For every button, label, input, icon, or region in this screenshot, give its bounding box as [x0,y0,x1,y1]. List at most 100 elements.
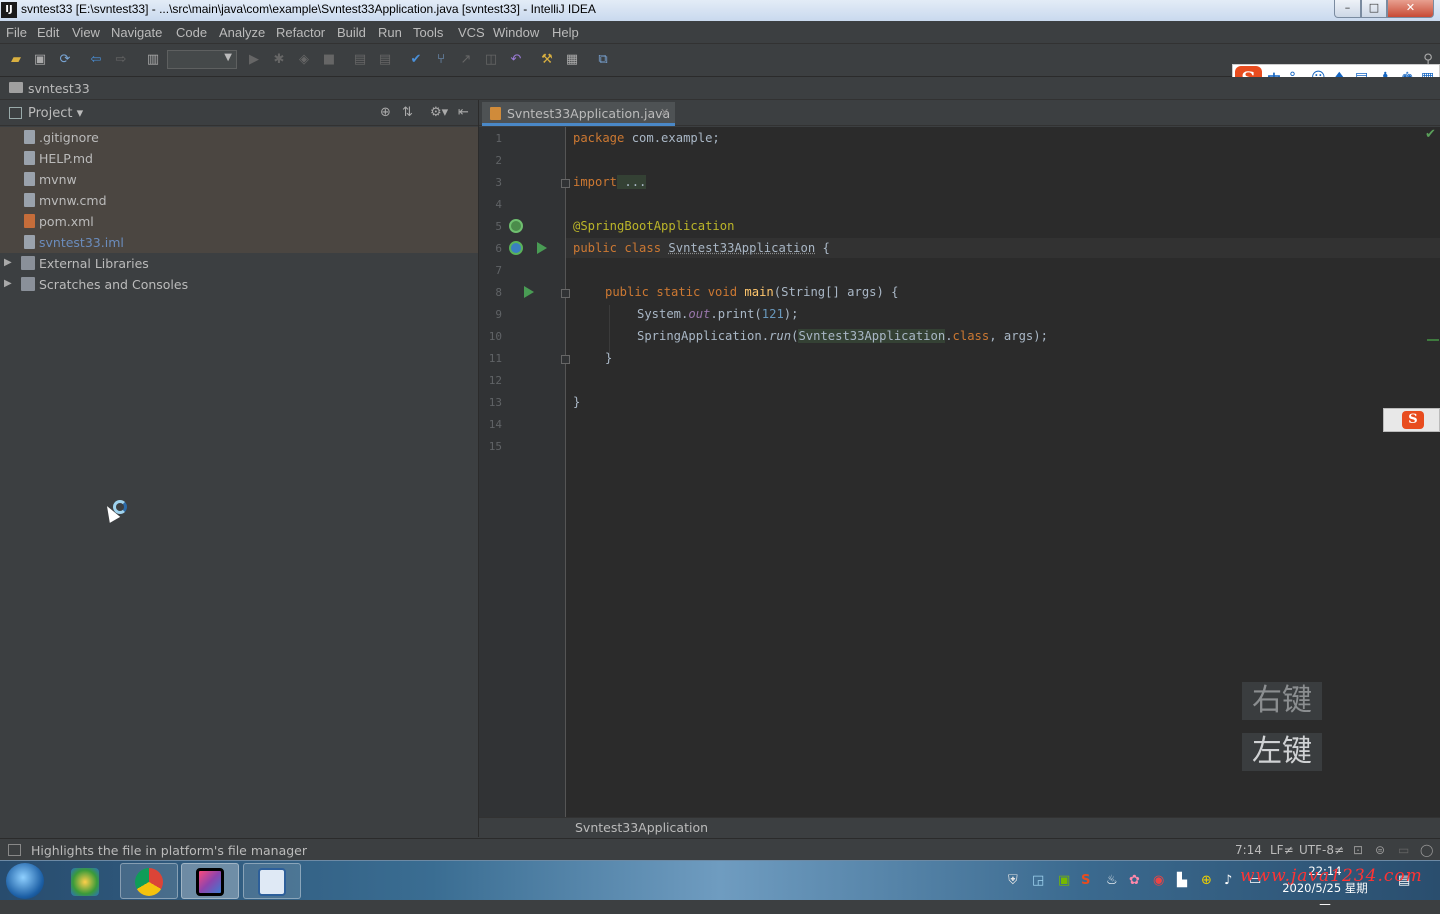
list-item[interactable]: .gitignore [0,127,478,148]
debug-icon[interactable]: ✱ [271,52,287,68]
open-folder-icon[interactable]: ▰ [8,52,24,68]
fold-end-icon[interactable] [561,355,570,364]
nvidia-icon[interactable]: ▣ [1058,873,1070,888]
fold-imports-icon[interactable] [561,179,570,188]
taskbar-intellij[interactable] [181,863,239,899]
ime-side-widget[interactable]: S [1383,408,1440,432]
locate-icon[interactable]: ⊕ [380,105,391,120]
update-icon[interactable]: ⊕ [1201,873,1212,888]
menu-build[interactable]: Build [337,25,366,40]
menu-vcs[interactable]: VCS [458,25,485,40]
shield-icon[interactable]: ⛨ [1008,873,1018,888]
expand-arrow-icon[interactable]: ▶ [4,257,12,268]
revert-icon[interactable]: ↶ [508,52,524,68]
taskbar-app-launcher[interactable] [56,863,114,899]
memory-icon[interactable]: ▭ [1398,843,1409,857]
start-button[interactable] [6,863,44,899]
collapse-all-icon[interactable]: ⇅ [402,105,413,120]
tool-windows-icon[interactable] [8,844,21,856]
menu-code[interactable]: Code [176,25,207,40]
menu-tools[interactable]: Tools [413,25,443,40]
antivirus-icon[interactable]: ◉ [1153,873,1164,888]
tree-node-external-libraries[interactable]: ▶ External Libraries [0,253,478,274]
menu-help[interactable]: Help [552,25,579,40]
minimize-button[interactable]: – [1334,0,1361,18]
line-separator[interactable]: LF≠ [1270,843,1294,857]
stop-icon[interactable]: ■ [321,52,337,68]
vcs-push-icon[interactable]: ↗ [458,52,474,68]
tree-node-scratches[interactable]: ▶ Scratches and Consoles [0,274,478,295]
code-line-7[interactable]: public class Svntest33Application { [573,241,830,255]
line-number: 7 [495,264,502,277]
vcs-history-icon[interactable]: ◫ [483,52,499,68]
build-icon[interactable]: ▥ [145,52,161,68]
breadcrumb-class[interactable]: Svntest33Application [575,820,708,835]
volume-icon[interactable]: ♪ [1224,873,1232,888]
code-line-3[interactable]: import ... [573,175,647,189]
gear-icon[interactable]: ⚙▾ [430,105,448,120]
device-icon[interactable]: ▙ [1177,873,1187,888]
event-log-icon[interactable]: ◯ [1420,843,1433,857]
run-icon[interactable]: ▶ [246,52,262,68]
menu-view[interactable]: View [72,25,100,40]
spring-config-icon[interactable] [509,241,523,255]
run-main-icon[interactable] [524,286,534,298]
forward-icon[interactable]: ⇨ [113,52,129,68]
scrollbar-marker[interactable] [1427,339,1439,341]
sogou-tray-icon[interactable]: S [1081,873,1090,888]
code-line-1[interactable]: package com.example; [573,131,720,145]
menu-refactor[interactable]: Refactor [276,25,325,40]
vcs-commit-icon[interactable]: ▤ [377,52,393,68]
flower-icon[interactable]: ✿ [1129,873,1140,888]
spring-bean-icon[interactable] [509,219,523,233]
file-encoding[interactable]: UTF-8≠ [1299,843,1344,857]
hide-panel-icon[interactable]: ⇤ [458,105,469,120]
menu-navigate[interactable]: Navigate [111,25,162,40]
menu-analyze[interactable]: Analyze [219,25,265,40]
breadcrumb-project[interactable]: svntest33 [28,81,90,96]
code-line-9[interactable]: public static void main(String[] args) { [605,285,899,299]
taskbar-chrome[interactable] [120,863,178,899]
watermark-text: www.java1234.com [1240,866,1423,886]
list-item[interactable]: mvnw.cmd [0,190,478,211]
vcs-branch-icon[interactable]: ⑂ [433,52,449,68]
taskbar-app[interactable] [243,863,301,899]
database-icon[interactable]: ⧉ [595,52,611,68]
settings-icon[interactable]: ⚒ [539,52,555,68]
project-structure-icon[interactable]: ▦ [564,52,580,68]
close-tab-icon[interactable]: ✕ [660,106,669,119]
inspection-ok-icon[interactable]: ✔ [1425,127,1436,142]
code-line-11[interactable]: SpringApplication.run(Svntest33Applicati… [637,329,1048,343]
list-item[interactable]: HELP.md [0,148,478,169]
code-line-10[interactable]: System.out.print(121); [637,307,798,321]
menu-file[interactable]: File [6,25,27,40]
list-item[interactable]: pom.xml [0,211,478,232]
thermometer-icon[interactable]: ♨ [1106,873,1118,888]
save-icon[interactable]: ▣ [32,52,48,68]
close-button[interactable]: ✕ [1387,0,1434,18]
fold-method-icon[interactable] [561,289,570,298]
run-configuration-select[interactable]: ▼ [167,50,237,69]
expand-arrow-icon[interactable]: ▶ [4,278,12,289]
vcs-check-icon[interactable]: ✔ [408,52,424,68]
vcs-update-icon[interactable]: ▤ [352,52,368,68]
caret-position[interactable]: 7:14 [1235,843,1262,857]
project-view-selector[interactable]: Project ▾ [28,106,83,121]
menu-run[interactable]: Run [378,25,402,40]
code-line-6[interactable]: @SpringBootApplication [573,219,734,233]
menu-window[interactable]: Window [493,25,539,40]
sync-icon[interactable]: ⟳ [57,52,73,68]
back-icon[interactable]: ⇦ [88,52,104,68]
list-item[interactable]: svntest33.iml [0,232,478,253]
maximize-button[interactable]: □ [1361,0,1387,18]
inspector-icon[interactable]: ⊜ [1375,843,1385,857]
tab-svntest33-application[interactable]: Svntest33Application.java ✕ [482,102,675,126]
code-line-12[interactable]: } [605,351,612,365]
run-class-icon[interactable] [537,242,547,254]
network-icon[interactable]: ◲ [1032,873,1044,888]
lock-icon[interactable]: ⊡ [1353,843,1363,857]
coverage-icon[interactable]: ◈ [296,52,312,68]
code-line-14[interactable]: } [573,395,580,409]
list-item[interactable]: mvnw [0,169,478,190]
menu-edit[interactable]: Edit [37,25,59,40]
